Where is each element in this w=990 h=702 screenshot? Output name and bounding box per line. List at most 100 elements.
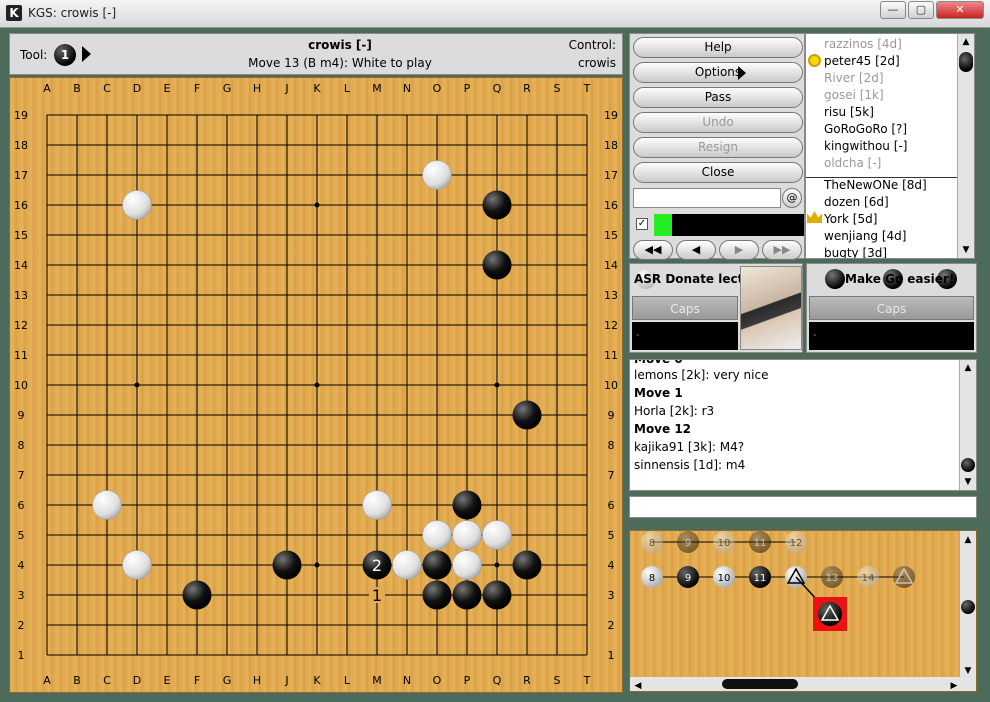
user-item[interactable]: razzinos [4d] bbox=[824, 36, 902, 52]
next-move-button[interactable]: ▶ bbox=[719, 240, 759, 260]
black-player-name[interactable]: Make Go easier! bbox=[845, 272, 954, 286]
column-label: C bbox=[103, 674, 111, 687]
column-label: H bbox=[253, 82, 261, 95]
black-stone bbox=[452, 580, 482, 610]
scroll-down-icon[interactable]: ▼ bbox=[960, 244, 972, 256]
tree-scroll-thumb[interactable] bbox=[961, 600, 975, 614]
user-item[interactable]: TheNewONe [8d] bbox=[824, 177, 927, 193]
user-item[interactable]: York [5d] bbox=[824, 211, 877, 227]
column-label: O bbox=[433, 674, 442, 687]
user-item[interactable]: kingwithou [-] bbox=[824, 138, 907, 154]
sound-checkbox[interactable]: ✓ bbox=[636, 218, 648, 230]
at-button[interactable]: @ bbox=[782, 188, 802, 208]
black-player-card: Make Go easier! Caps - bbox=[806, 263, 977, 353]
game-tree-svg[interactable]: 8 9 10 11 12 8 9 10 11 13 14 ▲ ▼ ◀ ▶ bbox=[630, 531, 976, 691]
control-value: crowis bbox=[577, 56, 616, 70]
user-item[interactable]: GoRoGoRo [?] bbox=[824, 121, 907, 137]
chat-input[interactable] bbox=[629, 496, 977, 518]
scroll-down-icon[interactable]: ▼ bbox=[962, 476, 974, 488]
user-item[interactable]: wenjiang [4d] bbox=[824, 228, 906, 244]
scroll-up-icon[interactable]: ▲ bbox=[960, 36, 972, 48]
white-stone bbox=[452, 550, 482, 580]
column-label: M bbox=[372, 82, 382, 95]
row-label: 15 bbox=[14, 229, 28, 242]
column-label: J bbox=[284, 674, 288, 687]
scroll-thumb[interactable] bbox=[961, 458, 975, 472]
user-item[interactable]: gosei [1k] bbox=[824, 87, 884, 103]
row-label: 7 bbox=[608, 469, 615, 482]
white-stone bbox=[122, 550, 152, 580]
column-label: B bbox=[73, 674, 81, 687]
minimize-button[interactable]: — bbox=[880, 1, 906, 19]
help-button[interactable]: Help bbox=[633, 37, 803, 58]
row-label: 13 bbox=[604, 289, 618, 302]
chat-message: Horla [2k]: r3 bbox=[634, 404, 715, 418]
tree-node-label: 9 bbox=[685, 538, 691, 549]
tool-label: Tool: bbox=[20, 48, 48, 62]
column-label: C bbox=[103, 82, 111, 95]
white-stone bbox=[122, 190, 152, 220]
column-label: F bbox=[194, 674, 200, 687]
user-item[interactable]: bugty [3d] bbox=[824, 245, 887, 258]
user-item[interactable]: risu [5k] bbox=[824, 104, 874, 120]
last-move-button[interactable]: ▶▶ bbox=[762, 240, 802, 260]
user-item[interactable]: oldcha [-] bbox=[824, 155, 881, 171]
game-tree[interactable]: 8 9 10 11 12 8 9 10 11 13 14 ▲ ▼ ◀ ▶ bbox=[629, 530, 977, 692]
tree-node-label: 10 bbox=[718, 538, 731, 549]
game-title: crowis [-] bbox=[308, 38, 372, 52]
column-label: L bbox=[344, 82, 351, 95]
restore-button[interactable]: ▢ bbox=[908, 1, 934, 19]
white-clock: - bbox=[632, 322, 738, 350]
row-label: 16 bbox=[14, 199, 28, 212]
crown-icon bbox=[807, 211, 822, 223]
tool-stone-icon[interactable]: 1 bbox=[54, 44, 76, 66]
user-item[interactable]: dozen [6d] bbox=[824, 194, 889, 210]
scroll-thumb[interactable] bbox=[959, 52, 973, 72]
row-label: 5 bbox=[18, 529, 25, 542]
scroll-right-icon: ▶ bbox=[951, 681, 958, 691]
user-item[interactable]: peter45 [2d] bbox=[824, 53, 900, 69]
white-stone bbox=[422, 160, 452, 190]
row-label: 3 bbox=[18, 589, 25, 602]
row-label: 17 bbox=[604, 169, 618, 182]
column-label: R bbox=[523, 674, 531, 687]
row-label: 14 bbox=[14, 259, 28, 272]
column-label: G bbox=[223, 674, 232, 687]
tree-node-label: 13 bbox=[826, 573, 839, 584]
pass-button[interactable]: Pass bbox=[633, 87, 803, 108]
column-label: L bbox=[344, 674, 351, 687]
observer-list[interactable]: razzinos [4d] peter45 [2d] River [2d] go… bbox=[805, 33, 975, 259]
row-label: 19 bbox=[14, 109, 28, 122]
row-label: 2 bbox=[608, 619, 615, 632]
column-label: M bbox=[372, 674, 382, 687]
close-window-button[interactable]: ✕ bbox=[936, 1, 984, 19]
tree-node-label: 11 bbox=[754, 573, 767, 584]
go-board[interactable]: A A B B C C D D E E F F G G H H J J K K L L M M N N O O P P Q Q R R S S T T 19… bbox=[9, 77, 623, 693]
kgs-app-icon: K bbox=[6, 5, 22, 21]
user-list-scrollbar[interactable]: ▲ ▼ bbox=[957, 34, 974, 258]
white-player-name[interactable]: ASR Donate lect... bbox=[634, 272, 757, 286]
white-stone bbox=[362, 490, 392, 520]
prev-move-button[interactable]: ◀ bbox=[676, 240, 716, 260]
window-title-bar[interactable]: K KGS: crowis [-] — ▢ ✕ bbox=[0, 0, 990, 28]
column-label: H bbox=[253, 674, 261, 687]
white-captures: Caps bbox=[632, 296, 738, 320]
column-label: A bbox=[43, 82, 51, 95]
tool-menu-arrow-icon[interactable] bbox=[82, 46, 91, 62]
first-move-button[interactable]: ◀◀ bbox=[633, 240, 673, 260]
options-button[interactable]: Options bbox=[633, 62, 803, 83]
resign-button[interactable]: Resign bbox=[633, 137, 803, 158]
chat-log[interactable]: Move 0 lemons [2k]: very nice Move 1 Hor… bbox=[629, 359, 977, 491]
undo-button[interactable]: Undo bbox=[633, 112, 803, 133]
player-avatar bbox=[740, 266, 802, 350]
go-board-svg[interactable]: AABBCCDDEEFFGGHHJJKKLLMMNNOOPPQQRRSSTT19… bbox=[10, 78, 622, 692]
close-game-button[interactable]: Close bbox=[633, 162, 803, 183]
row-label: 6 bbox=[18, 499, 25, 512]
user-item[interactable]: River [2d] bbox=[824, 70, 884, 86]
quick-input[interactable] bbox=[633, 188, 781, 208]
row-label: 12 bbox=[14, 319, 28, 332]
column-label: F bbox=[194, 82, 200, 95]
scroll-up-icon[interactable]: ▲ bbox=[962, 362, 974, 374]
white-player-card: ASR Donate lect... Caps - bbox=[629, 263, 803, 353]
chat-scrollbar[interactable]: ▲ ▼ bbox=[959, 360, 976, 490]
